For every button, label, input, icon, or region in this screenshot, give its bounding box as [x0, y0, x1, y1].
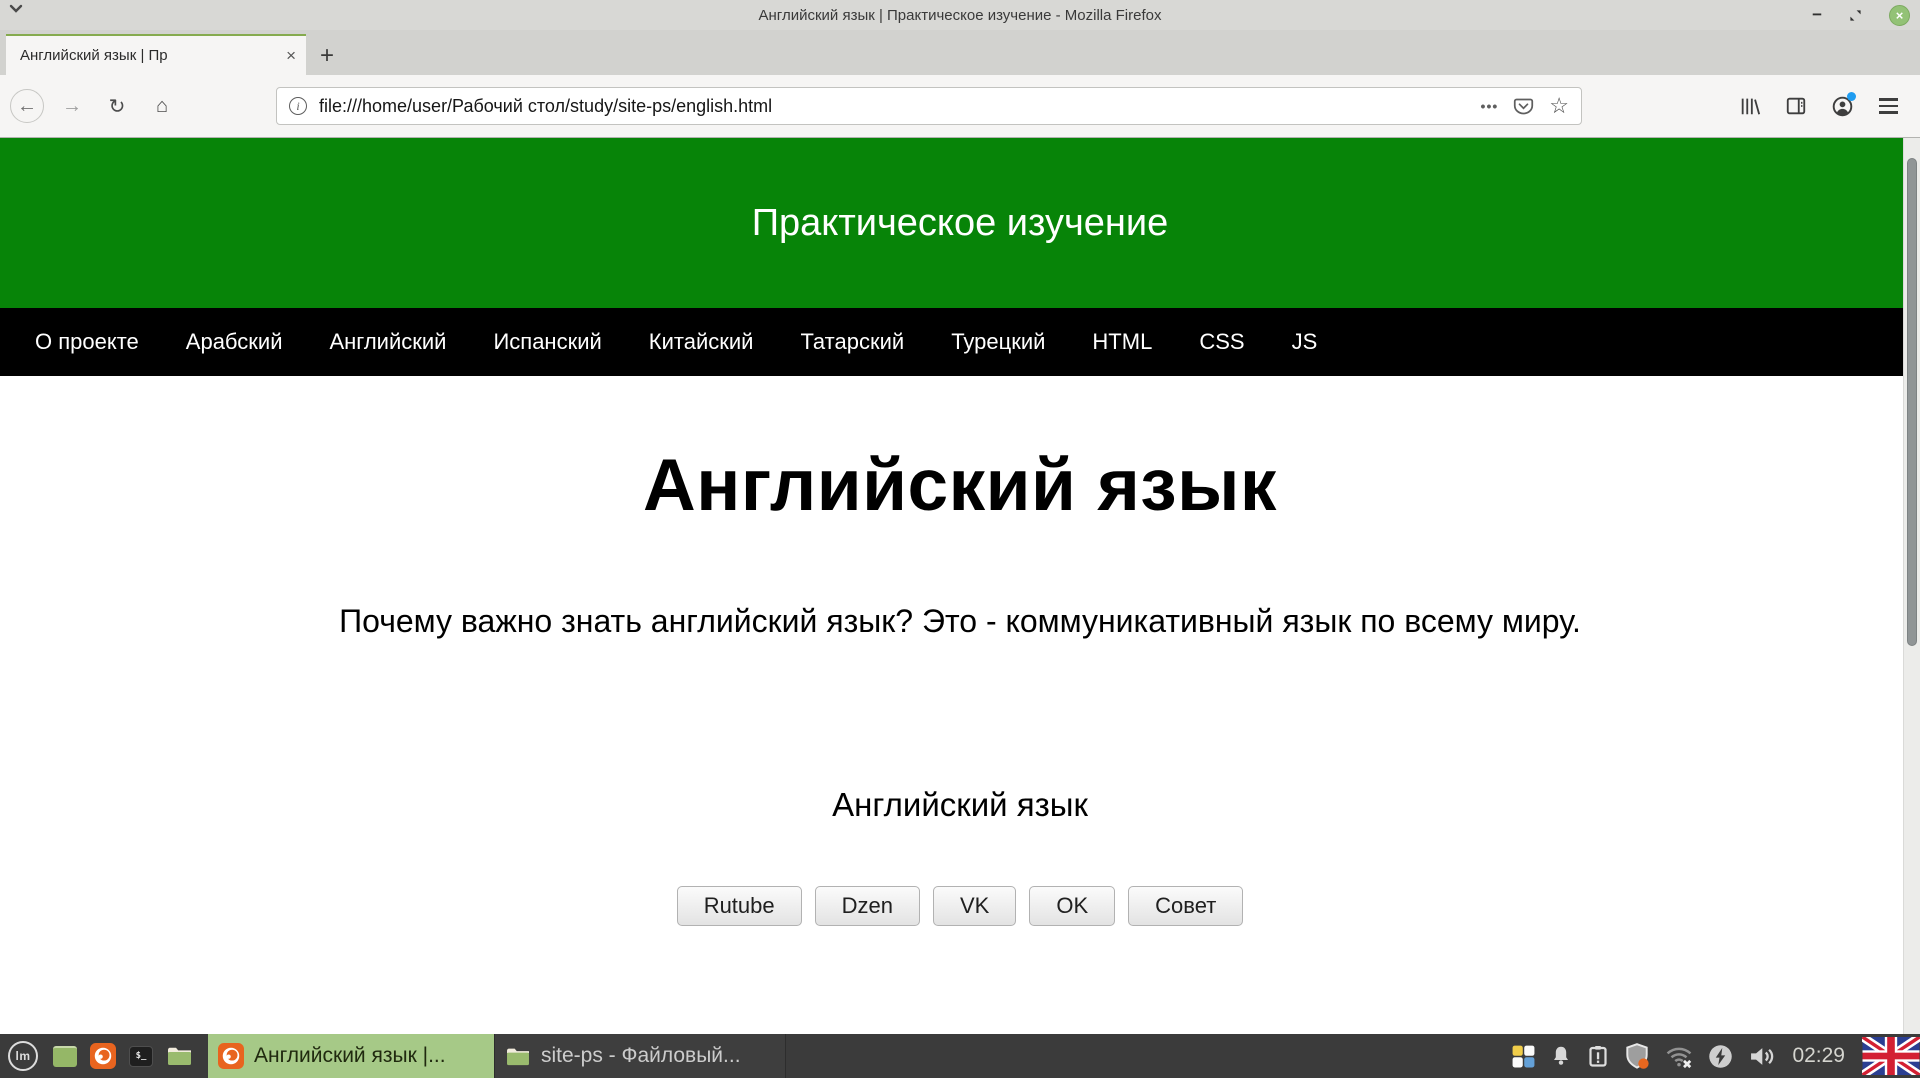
- link-button[interactable]: VK: [933, 886, 1016, 926]
- mint-menu-button[interactable]: lm: [0, 1034, 46, 1078]
- page-lead-text: Почему важно знать английский язык? Это …: [0, 603, 1920, 640]
- firefox-icon: [90, 1043, 116, 1069]
- folder-icon: [166, 1045, 193, 1067]
- link-button-row: Rutube Dzen VK OK Совет: [0, 886, 1920, 926]
- mint-logo-icon: lm: [8, 1041, 38, 1071]
- navigation-toolbar: ← → ↻ ⌂ i file:///home/user/Рабочий стол…: [0, 75, 1920, 138]
- files-launcher[interactable]: [160, 1034, 198, 1078]
- network-wifi-off-icon[interactable]: [1664, 1044, 1694, 1069]
- pocket-icon[interactable]: [1513, 96, 1534, 117]
- menu-item[interactable]: Арабский: [186, 329, 283, 355]
- site-nav-menu: О проекте Арабский Английский Испанский Кита…: [0, 308, 1920, 376]
- page-actions-icon[interactable]: •••: [1481, 98, 1499, 114]
- taskbar: lm $_ Английский язык |... site-ps - Фай…: [0, 1034, 1920, 1078]
- menu-item[interactable]: JS: [1292, 329, 1318, 355]
- page-subheading: Английский язык: [0, 786, 1920, 824]
- task-label: Английский язык |...: [254, 1044, 446, 1068]
- link-button[interactable]: Совет: [1128, 886, 1243, 926]
- menu-item[interactable]: О проекте: [35, 329, 139, 355]
- terminal-icon: $_: [129, 1046, 153, 1067]
- url-bar[interactable]: i file:///home/user/Рабочий стол/study/s…: [276, 87, 1582, 125]
- notifications-bell-icon[interactable]: [1549, 1044, 1573, 1068]
- account-notification-dot: [1847, 92, 1856, 101]
- link-button[interactable]: OK: [1029, 886, 1115, 926]
- library-icon[interactable]: [1732, 88, 1768, 124]
- new-tab-button[interactable]: +: [320, 45, 334, 67]
- menu-item[interactable]: Татарский: [800, 329, 904, 355]
- terminal-launcher[interactable]: $_: [122, 1034, 160, 1078]
- system-tray: 02:29: [1511, 1037, 1920, 1075]
- page-scrollbar-thumb[interactable]: [1907, 158, 1917, 646]
- menu-item[interactable]: HTML: [1092, 329, 1152, 355]
- page-scrollbar-track[interactable]: [1903, 138, 1920, 1034]
- page-title: Английский язык: [0, 444, 1920, 527]
- clock[interactable]: 02:29: [1792, 1044, 1845, 1068]
- window-titlebar: Английский язык | Практическое изучение …: [0, 0, 1920, 30]
- desktop-icon: [53, 1046, 77, 1067]
- menu-item[interactable]: CSS: [1199, 329, 1244, 355]
- menu-item[interactable]: Китайский: [649, 329, 754, 355]
- reload-button[interactable]: ↻: [100, 89, 134, 123]
- window-controls: − ×: [1812, 0, 1910, 30]
- toolbar-icons: [1732, 88, 1906, 124]
- home-button[interactable]: ⌂: [145, 89, 179, 123]
- workspace-grid-icon[interactable]: [1511, 1044, 1536, 1069]
- link-button[interactable]: Rutube: [677, 886, 802, 926]
- browser-tab[interactable]: Английский язык | Пр ×: [6, 34, 306, 75]
- volume-speaker-icon[interactable]: [1747, 1044, 1777, 1069]
- link-button[interactable]: Dzen: [815, 886, 920, 926]
- hamburger-bars: [1879, 98, 1898, 113]
- url-text[interactable]: file:///home/user/Рабочий стол/study/sit…: [319, 96, 1473, 117]
- firefox-icon: [218, 1043, 244, 1069]
- task-label: site-ps - Файловый...: [541, 1044, 741, 1068]
- keyboard-layout-flag-icon[interactable]: [1862, 1037, 1920, 1075]
- site-header-banner: Практическое изучение: [0, 138, 1920, 308]
- menu-item[interactable]: Испанский: [493, 329, 601, 355]
- window-title: Английский язык | Практическое изучение …: [0, 7, 1920, 24]
- power-manager-icon[interactable]: [1707, 1043, 1734, 1070]
- taskbar-window-files[interactable]: site-ps - Файловый...: [494, 1034, 786, 1078]
- page-viewport: Практическое изучение О проекте Арабский А…: [0, 138, 1920, 1034]
- site-title: Практическое изучение: [752, 202, 1169, 245]
- menu-item[interactable]: Английский: [329, 329, 446, 355]
- back-button[interactable]: ←: [10, 89, 44, 123]
- reports-clipboard-icon[interactable]: [1586, 1044, 1610, 1068]
- show-desktop-button[interactable]: [46, 1034, 84, 1078]
- forward-button[interactable]: →: [55, 89, 89, 123]
- update-shield-icon[interactable]: [1623, 1042, 1651, 1070]
- hamburger-menu-icon[interactable]: [1870, 88, 1906, 124]
- menu-item[interactable]: Турецкий: [951, 329, 1045, 355]
- tab-bar: Английский язык | Пр × +: [0, 30, 1920, 75]
- account-icon[interactable]: [1824, 88, 1860, 124]
- minimize-button[interactable]: −: [1812, 10, 1822, 20]
- taskbar-window-firefox[interactable]: Английский язык |...: [208, 1034, 494, 1078]
- firefox-launcher[interactable]: [84, 1034, 122, 1078]
- folder-icon: [505, 1046, 531, 1067]
- close-icon: ×: [1896, 8, 1904, 23]
- tab-close-icon[interactable]: ×: [286, 46, 296, 66]
- tab-title: Английский язык | Пр: [20, 47, 280, 64]
- maximize-button[interactable]: [1848, 8, 1863, 23]
- site-info-icon[interactable]: i: [289, 97, 307, 115]
- close-button[interactable]: ×: [1889, 5, 1910, 26]
- sidebar-icon[interactable]: [1778, 88, 1814, 124]
- desktop: Английский язык | Практическое изучение …: [0, 0, 1920, 1078]
- bookmark-star-icon[interactable]: ☆: [1549, 96, 1569, 116]
